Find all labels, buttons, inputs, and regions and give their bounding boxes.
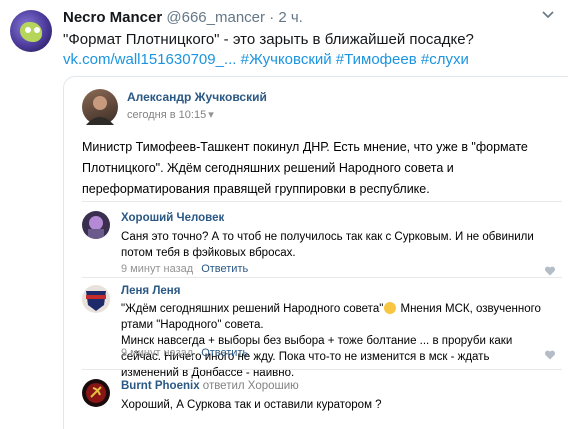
- divider: [82, 201, 562, 202]
- smile-emoji-icon: [384, 302, 397, 314]
- comment-time[interactable]: 9 минут назад: [121, 347, 193, 359]
- comment-text: Саня это точно? А то чтоб не получилось …: [121, 231, 534, 259]
- comment-meta: 9 минут назад Ответить: [121, 347, 248, 359]
- comment-author[interactable]: Хороший Человек: [121, 212, 224, 224]
- reply-button[interactable]: Ответить: [201, 347, 248, 359]
- reply-button[interactable]: Ответить: [201, 263, 248, 275]
- monster-avatar[interactable]: [10, 10, 52, 52]
- post-author-name[interactable]: Александр Жучковский: [127, 90, 267, 104]
- tweet-author-handle[interactable]: @666_mancer: [166, 9, 265, 26]
- tweet-header: Necro Mancer @666_mancer · 2 ч.: [63, 9, 303, 26]
- comment-author: Burnt Phoenix ответил Хорошию: [121, 380, 299, 392]
- commenter-avatar[interactable]: [82, 211, 110, 239]
- embedded-post-card[interactable]: Александр Жучковский сегодня в 10:15 ▾ Ми…: [63, 76, 568, 429]
- tweet-link[interactable]: vk.com/wall151630709_...: [63, 51, 236, 68]
- tweet-text: "Формат Плотницкого" - это зарыть в ближ…: [63, 30, 563, 70]
- tweet-timestamp[interactable]: · 2 ч.: [269, 9, 303, 26]
- post-author-avatar[interactable]: [82, 89, 118, 125]
- commenter-avatar[interactable]: [82, 379, 110, 407]
- tweet-author-name[interactable]: Necro Mancer: [63, 9, 162, 26]
- tweet-text-line: "Формат Плотницкого" - это зарыть в ближ…: [63, 31, 474, 48]
- chevron-down-icon[interactable]: [541, 10, 555, 20]
- comment-meta: 9 минут назад Ответить: [121, 263, 248, 275]
- commenter-avatar[interactable]: [82, 285, 110, 313]
- comment-author[interactable]: Леня Леня: [121, 285, 180, 297]
- comment-quote: "Ждём сегодняшних решений Народного сове…: [121, 303, 384, 315]
- avatar-eye-right: [34, 27, 40, 33]
- post-date-text: сегодня в 10:15: [127, 109, 207, 121]
- avatar-eye-left: [25, 27, 31, 33]
- heart-icon[interactable]: [544, 349, 556, 361]
- comment-time[interactable]: 9 минут назад: [121, 263, 193, 275]
- divider: [82, 277, 562, 278]
- post-text: Министр Тимофеев-Ташкент покинул ДНР. Ес…: [82, 140, 528, 196]
- tweet-hashtags[interactable]: #Жучковский #Тимофеев #слухи: [236, 51, 469, 68]
- reply-to-label[interactable]: ответил Хорошию: [203, 380, 299, 392]
- divider: [82, 369, 562, 370]
- chevron-down-icon: ▾: [208, 109, 214, 121]
- comment-text: Хороший, А Суркова так и оставили курато…: [121, 399, 382, 411]
- heart-icon[interactable]: [544, 265, 556, 277]
- comment-author-name[interactable]: Burnt Phoenix: [121, 380, 200, 392]
- post-date[interactable]: сегодня в 10:15 ▾: [127, 108, 214, 121]
